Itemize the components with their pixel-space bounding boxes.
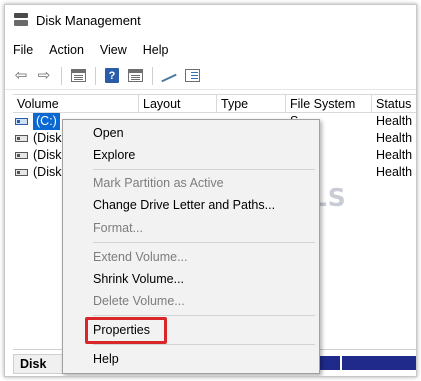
menu-help[interactable]: Help bbox=[143, 43, 169, 57]
menu-item-change-drive-letter[interactable]: Change Drive Letter and Paths... bbox=[93, 196, 275, 214]
menu-item-explore[interactable]: Explore bbox=[93, 146, 135, 164]
help-button[interactable]: ? bbox=[102, 66, 122, 86]
volume-name: (C:) bbox=[33, 113, 60, 130]
properties-pane-icon bbox=[127, 69, 143, 82]
volume-drive-icon bbox=[15, 169, 28, 176]
column-header-file-system[interactable]: File System bbox=[286, 95, 372, 113]
menu-item-properties[interactable]: Properties bbox=[93, 321, 150, 339]
menu-file[interactable]: File bbox=[13, 43, 33, 57]
status-cell: Health bbox=[376, 114, 413, 128]
menu-item-shrink-volume[interactable]: Shrink Volume... bbox=[93, 270, 184, 288]
column-header-layout[interactable]: Layout bbox=[139, 95, 217, 113]
window-title: Disk Management bbox=[36, 12, 141, 28]
volume-drive-icon bbox=[15, 118, 28, 125]
column-header-status[interactable]: Status bbox=[372, 95, 416, 113]
back-button[interactable]: ⇦ bbox=[11, 66, 31, 86]
menu-item-open[interactable]: Open bbox=[93, 124, 124, 142]
volume-drive-icon bbox=[15, 135, 28, 142]
column-header-type[interactable]: Type bbox=[217, 95, 286, 113]
show-hide-console-tree-button[interactable] bbox=[68, 66, 88, 86]
toolbar-separator bbox=[61, 66, 62, 85]
disk-management-window: Disk Management File Action View Help ⇦ … bbox=[4, 4, 417, 377]
toolbar-separator bbox=[95, 66, 96, 85]
volume-drive-icon bbox=[15, 152, 28, 159]
status-cell: Health bbox=[376, 148, 413, 162]
disk-management-app-icon bbox=[13, 13, 29, 27]
menu-item-help[interactable]: Help bbox=[93, 350, 119, 368]
column-header-volume[interactable]: Volume bbox=[13, 95, 139, 113]
toolbar-separator bbox=[152, 66, 153, 85]
table-header: Volume Layout Type File System Status bbox=[13, 94, 416, 113]
status-cell: Health bbox=[376, 165, 413, 179]
menu-separator bbox=[93, 169, 315, 170]
volume-name: (Disk bbox=[33, 165, 62, 179]
menu-separator bbox=[93, 242, 315, 243]
menu-item-delete-volume[interactable]: Delete Volume... bbox=[93, 292, 185, 310]
arrow-left-icon: ⇦ bbox=[14, 67, 28, 84]
menu-bar: File Action View Help bbox=[5, 39, 185, 61]
help-icon: ? bbox=[105, 68, 119, 83]
properties-toolbar-button[interactable] bbox=[125, 66, 145, 86]
title-bar[interactable]: Disk Management bbox=[5, 5, 416, 35]
console-tree-icon bbox=[70, 69, 86, 82]
menu-separator bbox=[93, 315, 315, 316]
menu-item-extend-volume[interactable]: Extend Volume... bbox=[93, 248, 188, 266]
volume-name: (Disk bbox=[33, 148, 62, 162]
arrow-right-icon: ⇨ bbox=[37, 67, 51, 84]
menu-action[interactable]: Action bbox=[49, 43, 84, 57]
disk-label[interactable]: Disk bbox=[13, 354, 63, 374]
connect-icon bbox=[161, 71, 177, 81]
menu-item-format[interactable]: Format... bbox=[93, 219, 143, 237]
partition-bar[interactable] bbox=[342, 356, 416, 370]
forward-button[interactable]: ⇨ bbox=[34, 66, 54, 86]
menu-view[interactable]: View bbox=[100, 43, 127, 57]
checklist-button[interactable] bbox=[182, 66, 202, 86]
connect-button[interactable] bbox=[159, 66, 179, 86]
context-menu: Open Explore Mark Partition as Active Ch… bbox=[62, 119, 320, 374]
volume-name: (Disk bbox=[33, 131, 62, 145]
checklist-icon bbox=[184, 69, 200, 82]
status-cell: Health bbox=[376, 131, 413, 145]
menu-item-mark-partition-active[interactable]: Mark Partition as Active bbox=[93, 174, 224, 192]
menu-separator bbox=[93, 344, 315, 345]
toolbar: ⇦ ⇨ ? bbox=[5, 62, 416, 90]
